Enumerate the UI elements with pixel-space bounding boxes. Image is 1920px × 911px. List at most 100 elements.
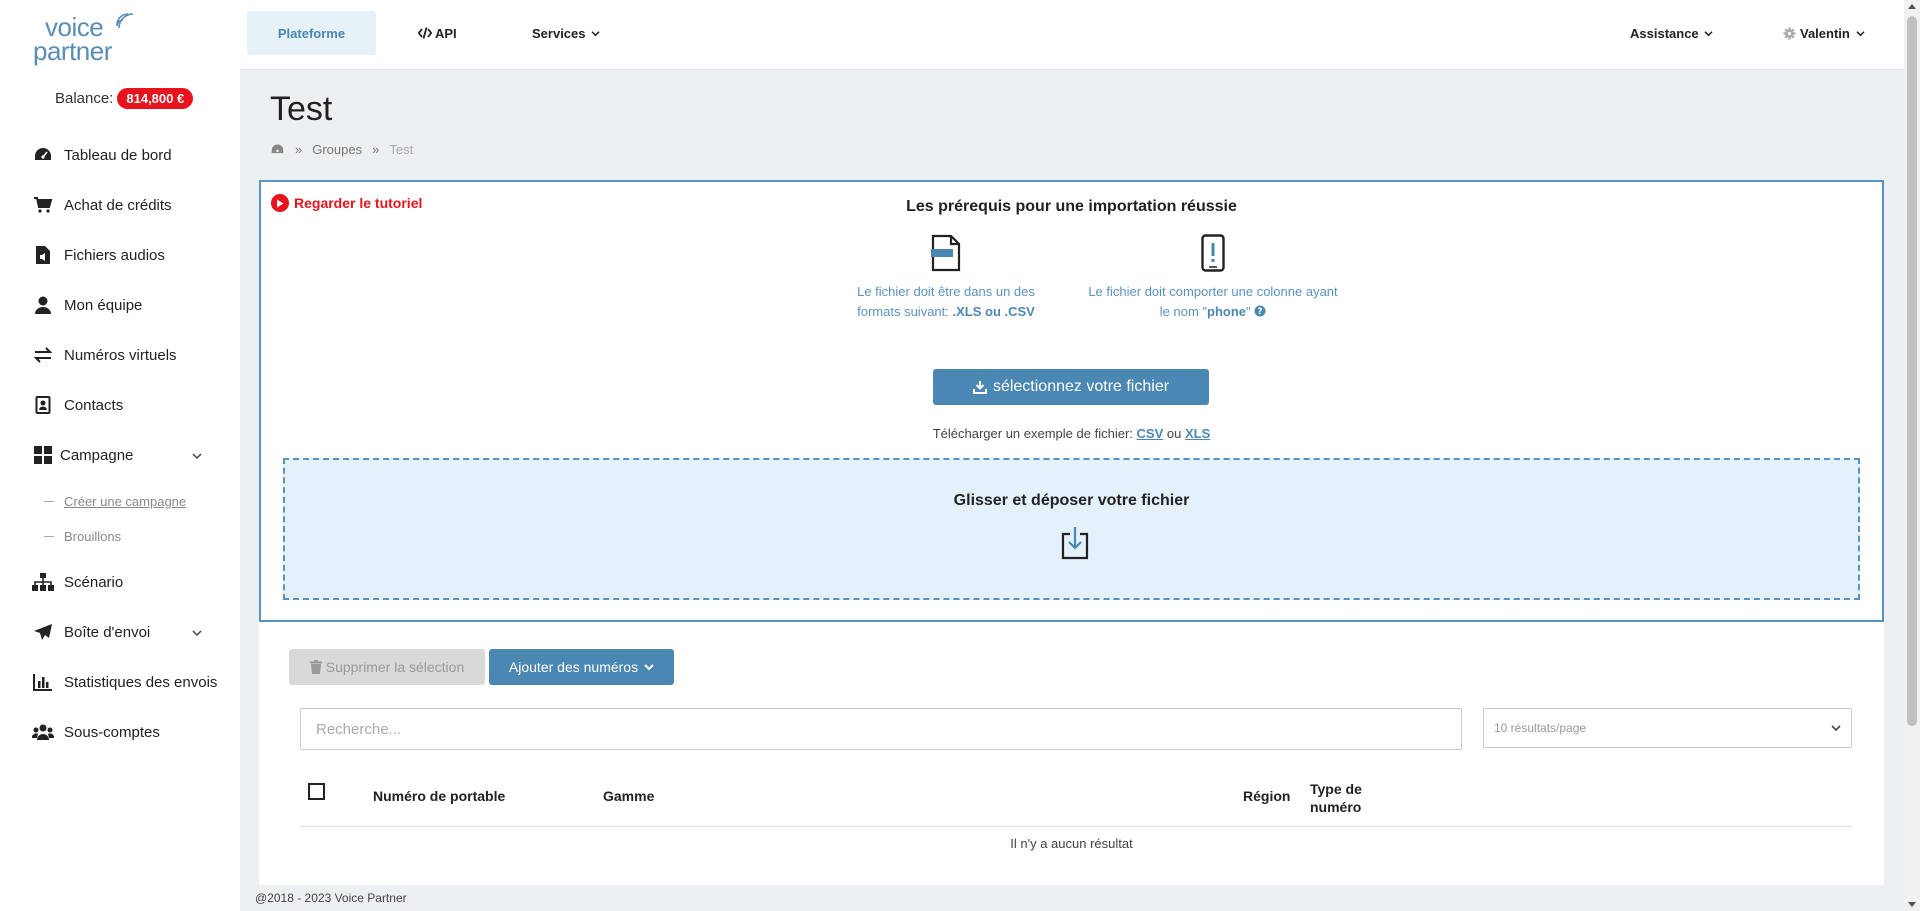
brand-logo[interactable]: voice partner — [33, 8, 143, 66]
sidebar-item-campagne[interactable]: Campagne — [32, 443, 202, 467]
exchange-icon — [32, 345, 54, 365]
sidebar-item-label: Achat de crédits — [64, 196, 172, 214]
add-numbers-button[interactable]: Ajouter des numéros — [489, 649, 674, 685]
audio-file-icon — [32, 245, 54, 265]
sidebar-item-label: Mon équipe — [64, 296, 143, 314]
column-type-line2: numéro — [1310, 799, 1362, 815]
sidebar: voice partner Balance: 814,800 € Tableau… — [0, 0, 240, 911]
nav-user-menu[interactable]: Valentin — [1783, 11, 1865, 55]
sidebar-item-fichiers-audios[interactable]: Fichiers audios — [32, 243, 165, 267]
sidebar-subitem-creer-campagne[interactable]: Créer une campagne — [44, 494, 186, 509]
nav-services-label: Services — [532, 25, 586, 41]
breadcrumb-groupes[interactable]: Groupes — [312, 142, 362, 157]
sidebar-item-label: Contacts — [64, 396, 124, 414]
sidebar-item-statistiques[interactable]: Statistiques des envois — [32, 670, 217, 694]
chevron-down-icon — [590, 30, 600, 36]
top-navbar: Plateforme API Services Assistance Valen… — [240, 0, 1904, 70]
footer-copyright: @2018 - 2023 Voice Partner — [255, 891, 407, 905]
sound-waves-icon — [116, 13, 134, 29]
nav-plateforme[interactable]: Plateforme — [247, 11, 376, 55]
column-numero[interactable]: Numéro de portable — [373, 788, 505, 804]
download-icon — [972, 381, 987, 394]
req-phone-end: " — [1246, 304, 1251, 319]
chevron-down-icon — [1856, 30, 1865, 36]
delete-selection-label: Supprimer la sélection — [325, 659, 465, 675]
user-icon — [32, 295, 54, 315]
nav-services[interactable]: Services — [532, 11, 600, 55]
or-text: ou — [1166, 426, 1182, 441]
column-region[interactable]: Région — [1243, 788, 1290, 804]
breadcrumb: » Groupes » Test — [270, 142, 413, 157]
dashboard-icon — [32, 145, 54, 165]
users-icon — [32, 722, 54, 742]
sidebar-item-boite-envoi[interactable]: Boîte d'envoi — [32, 620, 202, 644]
drop-download-icon — [1061, 527, 1089, 560]
nav-plateforme-label: Plateforme — [277, 25, 346, 41]
numbers-table-panel: Supprimer la sélection Ajouter des numér… — [259, 622, 1884, 885]
sidebar-subitem-label: Brouillons — [64, 529, 122, 544]
chevron-down-icon — [1704, 30, 1713, 36]
scroll-up-arrow-icon[interactable] — [1908, 4, 1916, 9]
page-scrollbar[interactable] — [1904, 0, 1920, 911]
sidebar-item-label: Sous-comptes — [64, 723, 160, 741]
per-page-value: 10 résultats/page — [1494, 721, 1587, 735]
sub-dash — [44, 536, 54, 537]
dropzone-label: Glisser et déposer votre fichier — [953, 492, 1190, 509]
scroll-down-arrow-icon[interactable] — [1908, 902, 1916, 907]
page-title: Test — [270, 90, 333, 128]
sidebar-item-tableau-de-bord[interactable]: Tableau de bord — [32, 143, 172, 167]
select-file-button[interactable]: sélectionnez votre fichier — [933, 369, 1209, 405]
xls-example-link[interactable]: XLS — [1185, 426, 1210, 441]
sitemap-icon — [32, 572, 54, 592]
results-per-page-select[interactable]: 10 résultats/page — [1483, 708, 1852, 748]
sidebar-item-mon-equipe[interactable]: Mon équipe — [32, 293, 142, 317]
file-icon — [931, 234, 961, 272]
sidebar-subitem-label: Créer une campagne — [64, 494, 187, 509]
search-input[interactable] — [300, 708, 1462, 750]
nav-user-label: Valentin — [1800, 25, 1850, 41]
req-format-bold: .XLS ou .CSV — [952, 304, 1035, 319]
sidebar-item-contacts[interactable]: Contacts — [32, 393, 123, 417]
scrollbar-thumb[interactable] — [1907, 16, 1917, 726]
select-all-checkbox[interactable] — [308, 783, 325, 800]
sidebar-item-label: Scénario — [64, 573, 124, 591]
grid-icon — [32, 445, 54, 465]
breadcrumb-sep: » — [295, 142, 303, 157]
chevron-down-icon — [1831, 725, 1841, 732]
balance-amount-badge: 814,800 € — [117, 88, 194, 109]
prerequisites-title: Les prérequis pour une importation réuss… — [906, 198, 1237, 215]
select-file-label: sélectionnez votre fichier — [992, 378, 1170, 395]
sidebar-item-label: Fichiers audios — [64, 246, 165, 264]
home-dashboard-icon[interactable] — [270, 143, 285, 156]
brand-line2: partner — [33, 36, 112, 66]
csv-example-link[interactable]: CSV — [1137, 426, 1164, 441]
add-numbers-label: Ajouter des numéros — [508, 659, 639, 675]
import-panel: Regarder le tutoriel Les prérequis pour … — [259, 180, 1884, 622]
sidebar-subitem-brouillons[interactable]: Brouillons — [44, 529, 121, 544]
mobile-alert-icon — [1201, 234, 1225, 272]
sidebar-item-label: Tableau de bord — [64, 146, 172, 164]
file-dropzone[interactable]: Glisser et déposer votre fichier — [283, 458, 1860, 600]
breadcrumb-sep: » — [372, 142, 380, 157]
column-type-line1: Type de — [1310, 781, 1362, 797]
footer: @2018 - 2023 Voice Partner — [240, 885, 1904, 911]
nav-api-label: API — [435, 25, 457, 41]
sidebar-item-scenario[interactable]: Scénario — [32, 570, 123, 594]
sidebar-item-label: Numéros virtuels — [64, 346, 177, 364]
svg-text:?: ? — [1258, 307, 1263, 317]
question-circle-icon[interactable]: ? — [1254, 305, 1266, 317]
nav-assistance[interactable]: Assistance — [1630, 11, 1713, 55]
balance-label: Balance: — [55, 90, 114, 107]
sidebar-item-sous-comptes[interactable]: Sous-comptes — [32, 720, 160, 744]
sidebar-item-label: Campagne — [60, 446, 134, 464]
column-type-numero[interactable]: Type de numéro — [1310, 780, 1362, 816]
sidebar-item-label: Boîte d'envoi — [64, 623, 151, 641]
requirement-phone-column: Le fichier doit comporter une colonne ay… — [1083, 234, 1343, 322]
gear-icon — [1783, 26, 1796, 40]
column-gamme[interactable]: Gamme — [603, 788, 654, 804]
sidebar-item-numeros-virtuels[interactable]: Numéros virtuels — [32, 343, 177, 367]
delete-selection-button[interactable]: Supprimer la sélection — [289, 649, 485, 685]
download-example: Télécharger un exemple de fichier: CSV o… — [261, 426, 1882, 441]
nav-api[interactable]: API — [418, 11, 457, 55]
sidebar-item-achat-credits[interactable]: Achat de crédits — [32, 193, 172, 217]
